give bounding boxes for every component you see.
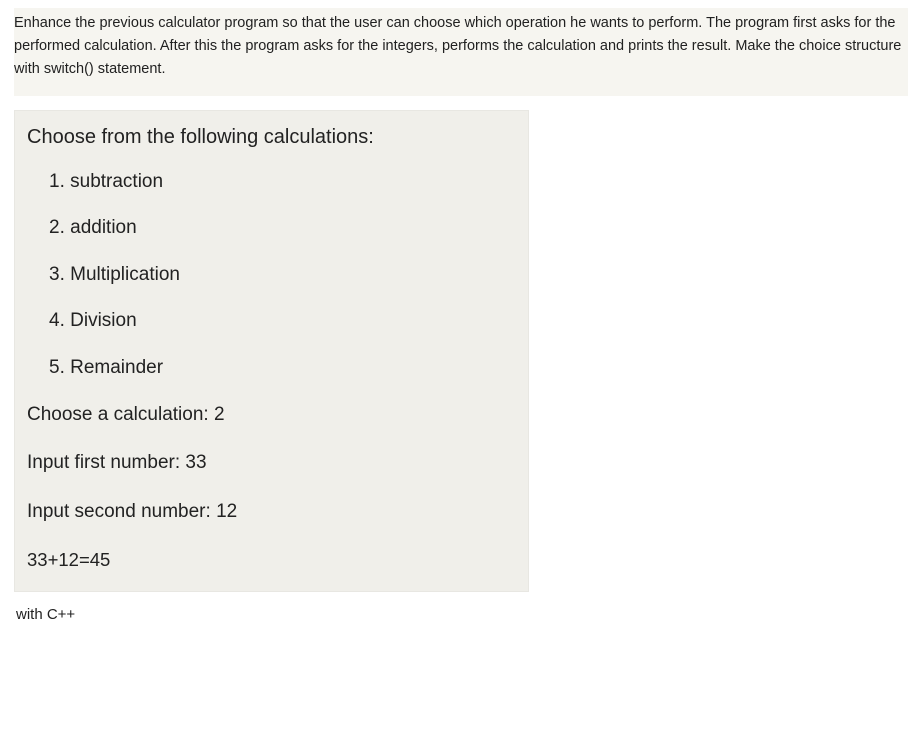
calculation-result: 33+12=45 <box>27 547 516 573</box>
list-item: 3. Multiplication <box>49 262 516 289</box>
list-item: 2. addition <box>49 215 516 242</box>
first-number-prompt: Input first number: 33 <box>27 450 516 477</box>
list-item: 4. Division <box>49 308 516 335</box>
console-output: Choose from the following calculations: … <box>14 110 529 593</box>
list-item: 5. Remainder <box>49 355 516 382</box>
operation-list: 1. subtraction 2. addition 3. Multiplica… <box>27 169 516 382</box>
problem-text: Enhance the previous calculator program … <box>14 15 901 77</box>
second-number-prompt: Input second number: 12 <box>27 499 516 526</box>
language-note: with C++ <box>14 606 908 623</box>
console-heading: Choose from the following calculations: <box>27 123 516 151</box>
list-item: 1. subtraction <box>49 169 516 196</box>
choose-prompt: Choose a calculation: 2 <box>27 402 516 429</box>
problem-statement: Enhance the previous calculator program … <box>14 8 908 96</box>
